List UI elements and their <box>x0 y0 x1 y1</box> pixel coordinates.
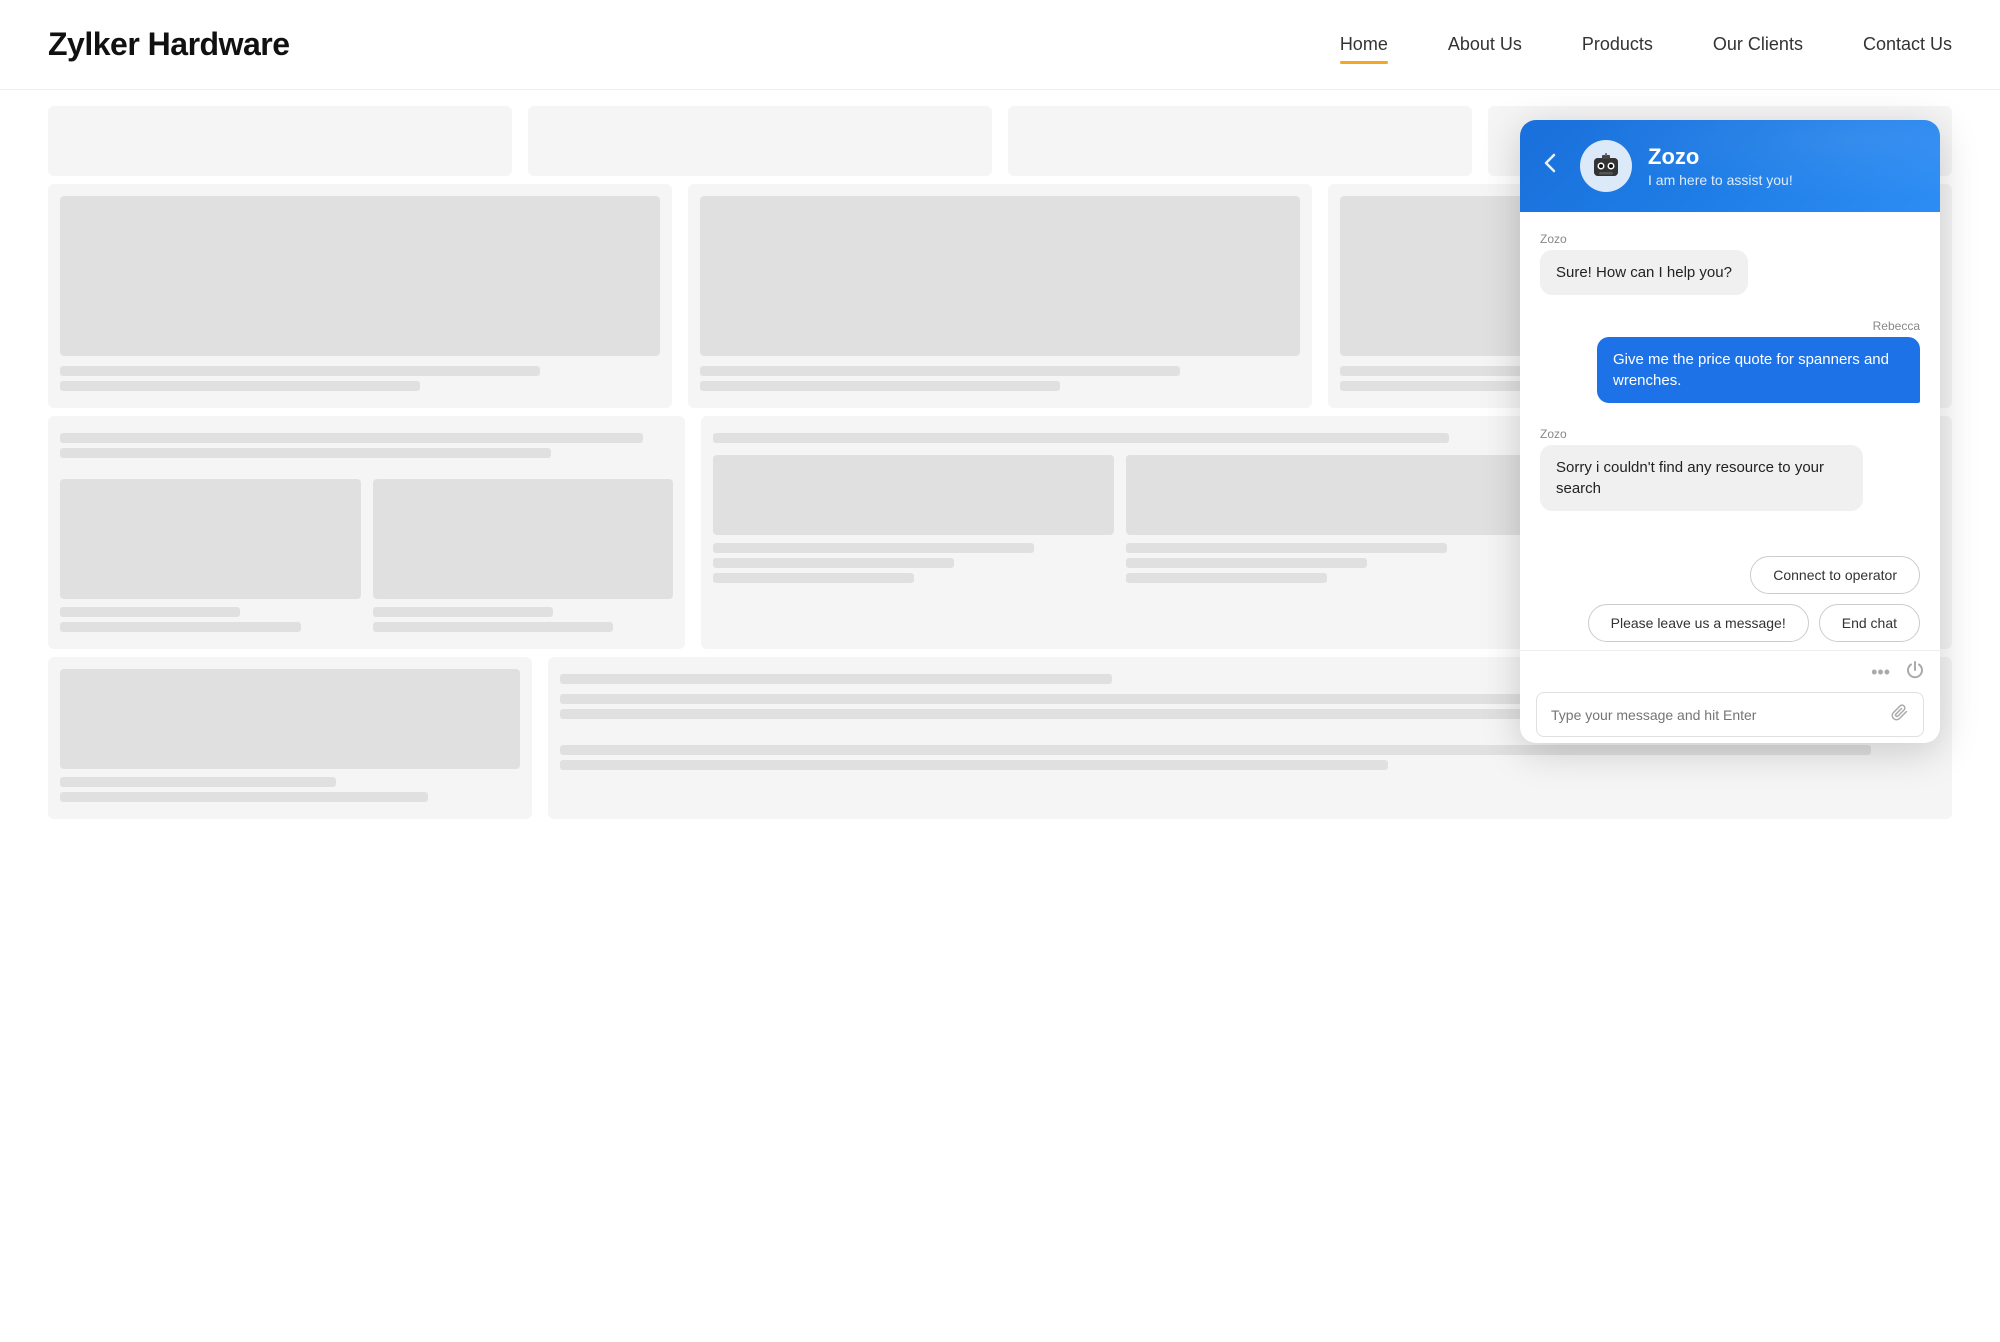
chat-input-row <box>1536 692 1924 737</box>
more-options-icon[interactable]: ••• <box>1871 662 1890 683</box>
skeleton-line <box>700 381 1060 391</box>
leave-message-button[interactable]: Please leave us a message! <box>1588 604 1809 642</box>
nav-item-clients[interactable]: Our Clients <box>1713 34 1803 55</box>
skeleton-line <box>60 448 551 458</box>
footer-icons: ••• <box>1536 661 1924 684</box>
skeleton-line <box>60 381 420 391</box>
end-chat-button[interactable]: End chat <box>1819 604 1920 642</box>
bot-sender-label: Zozo <box>1540 232 1567 246</box>
skeleton-line <box>700 366 1180 376</box>
nav-link-products[interactable]: Products <box>1582 34 1653 60</box>
user-message-group: Rebecca Give me the price quote for span… <box>1540 319 1920 419</box>
user-sender-label: Rebecca <box>1873 319 1920 333</box>
user-bubble: Give me the price quote for spanners and… <box>1597 337 1920 403</box>
product-card-1 <box>48 184 672 408</box>
skeleton-line <box>60 366 540 376</box>
action-row: Please leave us a message! End chat <box>1588 604 1920 642</box>
chat-footer: ••• <box>1520 650 1940 743</box>
nav-link-about[interactable]: About Us <box>1448 34 1522 60</box>
chat-header: Zozo I am here to assist you! <box>1520 120 1940 212</box>
product-image <box>60 196 660 356</box>
nav-item-about[interactable]: About Us <box>1448 34 1522 55</box>
chat-widget: Zozo I am here to assist you! Zozo Sure!… <box>1520 120 1940 743</box>
skeleton-card <box>1008 106 1472 176</box>
connect-operator-button[interactable]: Connect to operator <box>1750 556 1920 594</box>
bot-name: Zozo <box>1648 144 1916 170</box>
skeleton-card <box>528 106 992 176</box>
chat-actions: Connect to operator Please leave us a me… <box>1520 552 1940 650</box>
nav-item-products[interactable]: Products <box>1582 34 1653 55</box>
navbar: Zylker Hardware Home About Us Products O… <box>0 0 2000 90</box>
bot-subtitle: I am here to assist you! <box>1648 172 1916 188</box>
bot-sender-label-2: Zozo <box>1540 427 1567 441</box>
bot-message-group-2: Zozo Sorry i couldn't find any resource … <box>1540 427 1920 527</box>
bot-avatar <box>1580 140 1632 192</box>
chat-input[interactable] <box>1551 707 1883 723</box>
bot-bubble-1: Sure! How can I help you? <box>1540 250 1748 295</box>
nav-link-contact[interactable]: Contact Us <box>1863 34 1952 60</box>
nav-link-home[interactable]: Home <box>1340 34 1388 60</box>
chat-messages: Zozo Sure! How can I help you? Rebecca G… <box>1520 212 1940 552</box>
chat-back-button[interactable] <box>1544 149 1564 183</box>
brand-logo: Zylker Hardware <box>48 26 290 63</box>
nav-item-home[interactable]: Home <box>1340 34 1388 55</box>
chat-header-info: Zozo I am here to assist you! <box>1648 144 1916 188</box>
nav-links: Home About Us Products Our Clients Conta… <box>1340 34 1952 55</box>
product-image <box>700 196 1300 356</box>
power-icon[interactable] <box>1906 661 1924 684</box>
skeleton-line <box>60 433 643 443</box>
bot-message-group-1: Zozo Sure! How can I help you? <box>1540 232 1920 311</box>
bot-bubble-2: Sorry i couldn't find any resource to yo… <box>1540 445 1863 511</box>
nav-link-clients[interactable]: Our Clients <box>1713 34 1803 60</box>
attachment-icon[interactable] <box>1891 703 1909 726</box>
skeleton-card <box>48 106 512 176</box>
product-card-2 <box>688 184 1312 408</box>
nav-item-contact[interactable]: Contact Us <box>1863 34 1952 55</box>
